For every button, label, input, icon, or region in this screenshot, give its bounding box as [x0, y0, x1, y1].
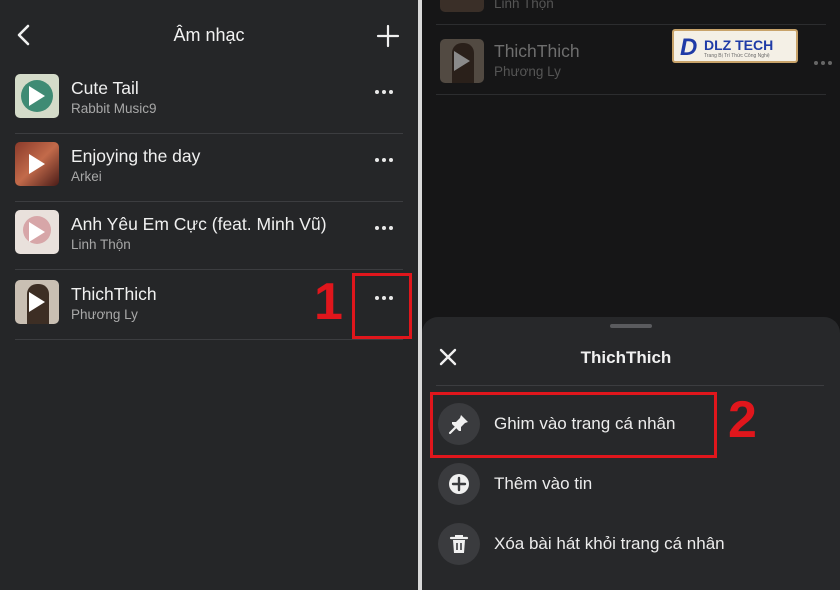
action-label: Thêm vào tin: [494, 474, 593, 493]
song-artist: Linh Thộn: [494, 0, 554, 11]
song-artist: Arkei: [71, 169, 102, 184]
trash-icon: [438, 523, 480, 565]
remove-song-button[interactable]: Xóa bài hát khỏi trang cá nhân: [438, 523, 818, 567]
album-art[interactable]: [15, 142, 59, 186]
song-title: ThichThich: [71, 284, 157, 304]
header: Âm nhạc: [0, 0, 418, 70]
page-title: Âm nhạc: [173, 25, 245, 45]
song-title: Cute Tail: [71, 78, 139, 98]
annotation-highlight-box: [430, 392, 717, 458]
more-options-icon[interactable]: [375, 224, 397, 232]
annotation-step-number: 2: [728, 391, 757, 449]
annotation-highlight-box: [352, 273, 412, 339]
album-art[interactable]: [15, 74, 59, 118]
play-icon: [454, 51, 470, 71]
album-art[interactable]: [15, 210, 59, 254]
album-art: [440, 39, 484, 83]
divider: [15, 269, 403, 270]
song-row[interactable]: Cute Tail Rabbit Music9: [15, 66, 403, 134]
play-icon[interactable]: [29, 86, 45, 106]
music-list-screen: Âm nhạc Cute Tail Rabbit Music9 Enjoying…: [0, 0, 418, 590]
watermark-logo: D DLZ TECH Trang Bị Trí Thức Công Nghệ: [672, 29, 798, 63]
divider: [436, 94, 826, 95]
divider: [436, 385, 824, 386]
song-row[interactable]: Anh Yêu Em Cực (feat. Minh Vũ) Linh Thộn: [15, 202, 403, 270]
divider: [15, 339, 403, 340]
action-label: Xóa bài hát khỏi trang cá nhân: [494, 534, 725, 553]
album-art[interactable]: [15, 280, 59, 324]
add-to-story-button[interactable]: Thêm vào tin: [438, 463, 818, 507]
play-icon[interactable]: [29, 154, 45, 174]
song-artist: Rabbit Music9: [71, 101, 157, 116]
song-row[interactable]: Enjoying the day Arkei: [15, 134, 403, 202]
song-title: Enjoying the day: [71, 146, 201, 166]
song-title: ThichThich: [494, 41, 580, 61]
more-options-icon[interactable]: [375, 156, 397, 164]
divider: [436, 24, 826, 25]
more-options-icon[interactable]: [375, 88, 397, 96]
logo-mark: D: [680, 34, 698, 61]
song-title: Anh Yêu Em Cực (feat. Minh Vũ): [71, 214, 327, 234]
song-artist: Phương Ly: [71, 307, 138, 322]
song-row: Linh Thộn: [436, 0, 826, 26]
drag-handle[interactable]: [610, 324, 652, 328]
sheet-title: ThichThich: [580, 348, 672, 367]
plus-circle-icon: [438, 463, 480, 505]
more-options-icon: [814, 59, 836, 67]
song-artist: Phương Ly: [494, 64, 561, 79]
logo-tagline: Trang Bị Trí Thức Công Nghệ: [704, 53, 770, 59]
add-icon[interactable]: [376, 24, 400, 48]
song-options-screen: Linh Thộn ThichThich Phương Ly D DLZ TEC…: [422, 0, 840, 590]
annotation-step-number: 1: [314, 273, 343, 331]
play-icon[interactable]: [29, 222, 45, 242]
play-icon[interactable]: [29, 292, 45, 312]
song-artist: Linh Thộn: [71, 237, 131, 252]
album-art: [440, 0, 484, 12]
song-row[interactable]: ThichThich Phương Ly: [15, 272, 403, 340]
logo-brand: DLZ TECH: [704, 37, 774, 53]
